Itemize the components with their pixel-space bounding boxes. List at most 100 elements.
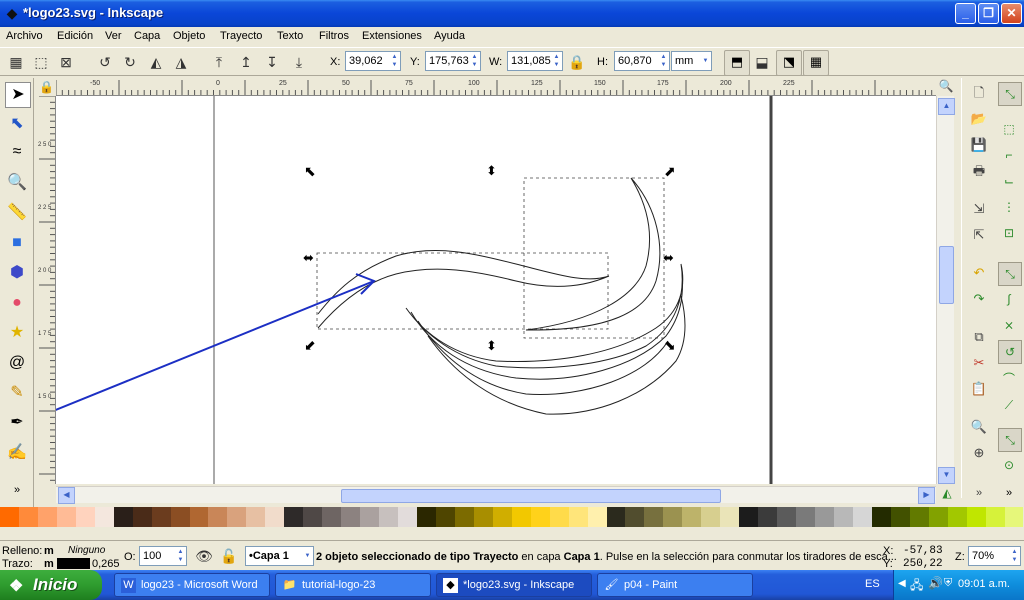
palette-swatch[interactable]: [530, 507, 550, 527]
snap-rotation-center-icon[interactable]: ⊙: [998, 454, 1020, 476]
spiral-tool-icon[interactable]: @: [5, 351, 29, 375]
palette-swatch[interactable]: [284, 507, 304, 527]
scale-handle-se-icon[interactable]: ⬊: [664, 338, 676, 354]
layer-select[interactable]: •Capa 1 ▼: [245, 546, 314, 566]
snap-paths-icon[interactable]: ∫: [998, 288, 1020, 310]
snap-enable-icon[interactable]: ⤡: [998, 82, 1022, 106]
palette-swatch[interactable]: [75, 507, 95, 527]
language-indicator[interactable]: ES: [865, 578, 880, 590]
rotate-cw-icon[interactable]: ↻: [120, 52, 140, 72]
color-management-icon[interactable]: ◭: [938, 486, 956, 503]
palette-swatch[interactable]: [322, 507, 342, 527]
snap-object-centers-icon[interactable]: ⤡: [998, 428, 1022, 452]
palette-swatch[interactable]: [568, 507, 588, 527]
snap-nodes-icon[interactable]: ⤡: [998, 262, 1022, 286]
palette-swatch[interactable]: [265, 507, 285, 527]
scale-corners-toggle[interactable]: ⬓: [752, 52, 772, 72]
move-patterns-toggle[interactable]: ▦: [803, 50, 829, 76]
palette-swatch[interactable]: [454, 507, 474, 527]
title-bar[interactable]: ◆ *logo23.svg - Inkscape _ ❐ ✕: [0, 0, 1024, 27]
maximize-button[interactable]: ❐: [978, 3, 999, 24]
palette-swatch[interactable]: [796, 507, 815, 527]
import-icon[interactable]: ⇲: [968, 198, 990, 220]
palette-swatch[interactable]: [985, 507, 1005, 527]
menu-filtros[interactable]: Filtros: [319, 30, 349, 42]
horizontal-ruler[interactable]: -50 0 25 50 75 100 125 150 175 200 225: [56, 78, 936, 96]
menu-edicion[interactable]: Edición: [57, 30, 93, 42]
h-spin-arrows-icon[interactable]: ▲ ▼: [659, 53, 668, 69]
redo-icon[interactable]: ↷: [968, 288, 990, 310]
tray-expand-icon[interactable]: ◀: [898, 578, 906, 589]
palette-swatch[interactable]: [909, 507, 929, 527]
palette-swatch[interactable]: [682, 507, 702, 527]
snap-bbox-icon[interactable]: ⬚: [998, 118, 1020, 140]
horizontal-scrollbar[interactable]: ◀ ▶: [56, 486, 936, 504]
more-snaps-icon[interactable]: »: [998, 482, 1020, 504]
start-button[interactable]: ❖ Inicio: [0, 570, 102, 600]
lower-to-bottom-icon[interactable]: ⤓: [289, 52, 309, 72]
zoom-correction-icon[interactable]: 🔍: [938, 79, 954, 95]
palette-swatch[interactable]: [928, 507, 948, 527]
move-gradients-toggle[interactable]: ⬔: [776, 50, 802, 76]
flip-horizontal-icon[interactable]: ◭: [146, 52, 166, 72]
lower-icon[interactable]: ↧: [262, 52, 282, 72]
menu-capa[interactable]: Capa: [134, 30, 160, 42]
stroke-width[interactable]: 0,265: [92, 558, 120, 570]
cut-icon[interactable]: ✂: [968, 352, 990, 374]
palette-swatch[interactable]: [606, 507, 626, 527]
palette-swatch[interactable]: [94, 507, 114, 527]
palette-swatch[interactable]: [663, 507, 683, 527]
pencil-tool-icon[interactable]: ✎: [5, 381, 29, 405]
clock[interactable]: 09:01 a.m.: [958, 578, 1010, 590]
logo-paths[interactable]: [317, 177, 686, 415]
more-commands-icon[interactable]: »: [968, 482, 990, 504]
palette-swatch[interactable]: [189, 507, 209, 527]
zoom-spin-arrows-icon[interactable]: ▲ ▼: [1010, 548, 1019, 564]
vertical-ruler[interactable]: 2 5 0 2 2 5 2 0 0 1 7 5 1 5 0: [37, 96, 56, 484]
ellipse-tool-icon[interactable]: ●: [5, 291, 29, 315]
flip-vertical-icon[interactable]: ◮: [171, 52, 191, 72]
palette-swatch[interactable]: [341, 507, 361, 527]
star-tool-icon[interactable]: ★: [5, 321, 29, 345]
menu-archivo[interactable]: Archivo: [6, 30, 43, 42]
selector-tool-icon[interactable]: ➤: [5, 82, 31, 108]
selection-handles[interactable]: ⬉ ⬍ ⬈ ⬌ ⬌ ⬋ ⬍ ⬊: [303, 164, 676, 354]
palette-swatch[interactable]: [549, 507, 569, 527]
snap-cusp-nodes-icon[interactable]: ↺: [998, 340, 1022, 364]
palette-swatch[interactable]: [947, 507, 967, 527]
scale-handle-e-icon[interactable]: ⬌: [663, 251, 674, 266]
zoom-tool-icon[interactable]: 🔍: [5, 171, 29, 195]
horizontal-scroll-thumb[interactable]: [341, 489, 721, 503]
3d-box-tool-icon[interactable]: ⬢: [5, 261, 29, 285]
fill-value[interactable]: Ninguno: [68, 545, 105, 556]
palette-swatch[interactable]: [492, 507, 512, 527]
lock-icon[interactable]: 🔒: [567, 52, 587, 72]
raise-to-top-icon[interactable]: ⤒: [209, 52, 229, 72]
layer-visibility-eye-icon[interactable]: 👁: [194, 546, 214, 566]
task-word[interactable]: W logo23 - Microsoft Word: [114, 573, 270, 597]
volume-icon[interactable]: 🔊: [928, 576, 943, 590]
opacity-spin-arrows-icon[interactable]: ▲ ▼: [176, 548, 185, 564]
palette-swatch[interactable]: [833, 507, 853, 527]
scale-handle-s-icon[interactable]: ⬍: [486, 339, 497, 354]
palette-swatch[interactable]: [398, 507, 417, 527]
palette-swatch[interactable]: [758, 507, 778, 527]
node-tool-icon[interactable]: ⬉: [5, 112, 29, 136]
scale-handle-ne-icon[interactable]: ⬈: [664, 164, 676, 180]
scroll-left-icon[interactable]: ◀: [58, 487, 75, 504]
y-input[interactable]: 175,763 ▲ ▼: [425, 51, 481, 71]
save-icon[interactable]: 💾: [968, 134, 990, 156]
layer-lock-icon[interactable]: 🔓: [219, 546, 239, 566]
scroll-up-icon[interactable]: ▲: [938, 98, 955, 115]
close-button[interactable]: ✕: [1001, 3, 1022, 24]
inkscape-app-icon[interactable]: ◆: [4, 5, 20, 21]
palette-swatch[interactable]: [701, 507, 721, 527]
palette-swatch[interactable]: [227, 507, 247, 527]
palette-swatch[interactable]: [303, 507, 323, 527]
more-tools-icon[interactable]: »: [5, 478, 29, 502]
palette-swatch[interactable]: [132, 507, 152, 527]
x-spin-arrows-icon[interactable]: ▲ ▼: [390, 53, 399, 69]
measure-tool-icon[interactable]: 📏: [5, 201, 29, 225]
palette-swatch[interactable]: [871, 507, 891, 527]
scroll-right-icon[interactable]: ▶: [918, 487, 935, 504]
